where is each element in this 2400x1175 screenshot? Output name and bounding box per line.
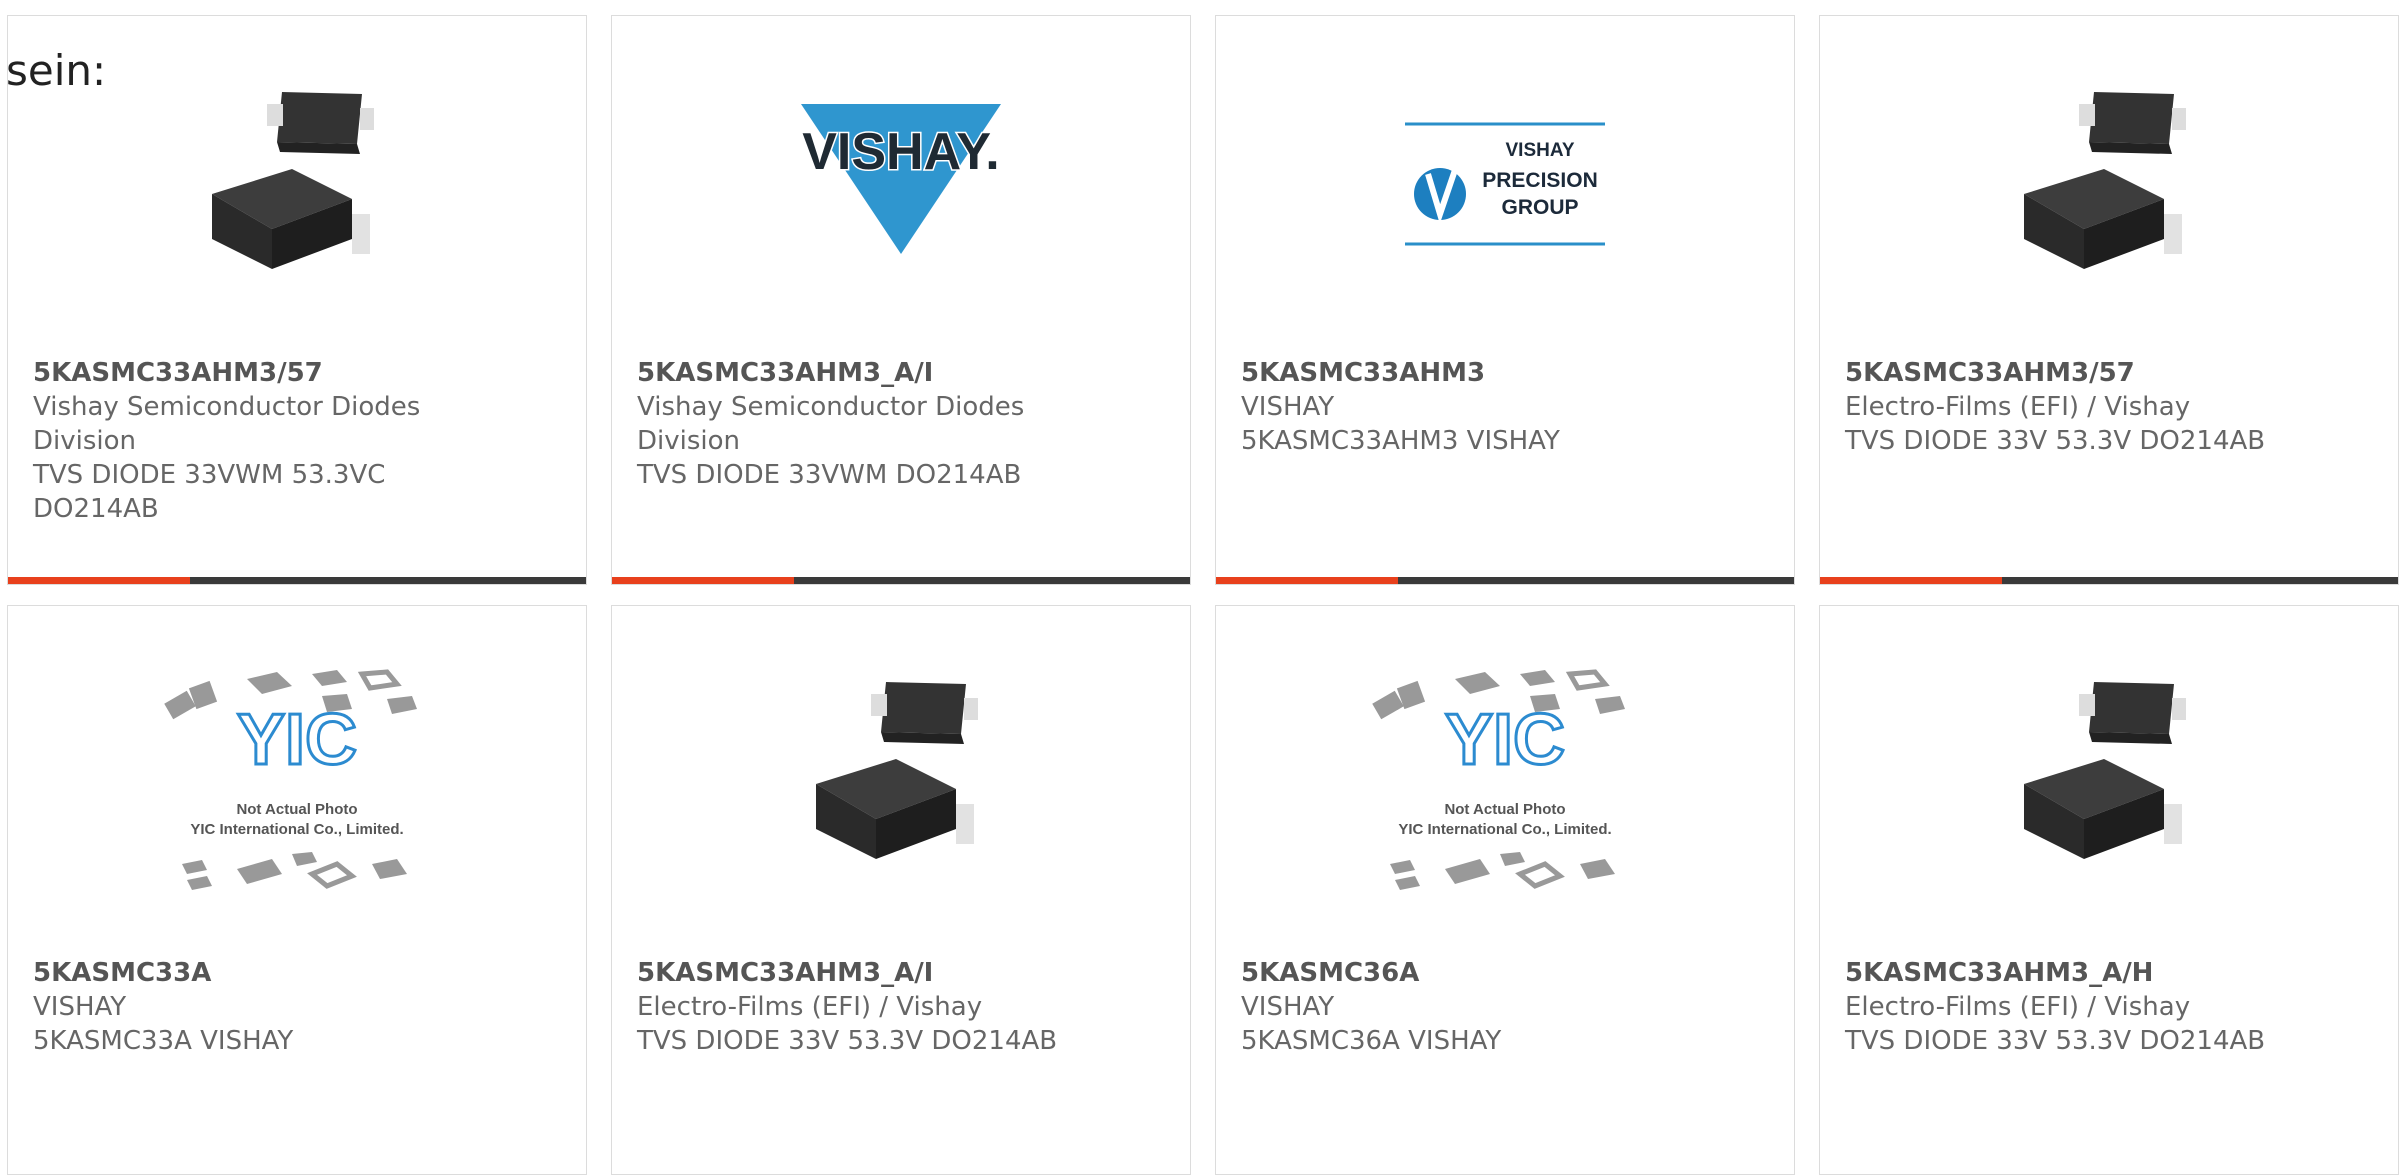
manufacturer: VISHAY [1241,992,1335,1022]
description-cont: DO214AB [33,494,159,524]
svg-text:YIC: YIC [237,700,357,780]
part-number[interactable]: 5KASMC33AHM3/57 [33,356,561,390]
diode-package-image[interactable] [1820,74,2398,314]
yic-placeholder-image[interactable]: YIC Not Actual Photo YIC International C… [8,664,586,904]
diode-package-image[interactable] [8,74,586,314]
description: TVS DIODE 33VWM 53.3VC [33,460,386,490]
diode-package-image[interactable] [1820,664,2398,904]
photo-caption-1: Not Actual Photo [1444,801,1565,818]
part-number[interactable]: 5KASMC33A [33,956,561,990]
description: TVS DIODE 33V 53.3V DO214AB [1845,426,2266,456]
description: 5KASMC33AHM3 VISHAY [1241,426,1560,456]
photo-caption-2: YIC International Co., Limited. [1398,821,1611,838]
card-accent [8,577,190,584]
vpg-line-1: VISHAY [1506,140,1575,161]
product-card[interactable]: 5KASMC33AHM3/57 Vishay Semiconductor Dio… [7,15,587,585]
part-number[interactable]: 5KASMC33AHM3_A/H [1845,956,2373,990]
description: TVS DIODE 33VWM DO214AB [637,460,1022,490]
manufacturer-cont: Division [637,426,741,456]
manufacturer: Vishay Semiconductor Diodes [637,392,1025,422]
product-card[interactable]: 5KASMC33AHM3_A/I Electro-Films (EFI) / V… [611,605,1191,1175]
manufacturer-cont: Division [33,426,137,456]
lead-text: sein: [6,46,107,95]
product-card[interactable]: YIC Not Actual Photo YIC International C… [1215,605,1795,1175]
part-number[interactable]: 5KASMC33AHM3 [1241,356,1769,390]
part-number[interactable]: 5KASMC36A [1241,956,1769,990]
yic-placeholder-image[interactable]: YIC Not Actual Photo YIC International C… [1216,664,1794,904]
photo-caption-1: Not Actual Photo [236,801,357,818]
manufacturer: VISHAY [1241,392,1335,422]
vpg-line-2: PRECISION [1482,169,1598,192]
product-card[interactable]: VISHAY. 5KASMC33AHM3_A/I Vishay Semicond… [611,15,1191,585]
diode-package-image[interactable] [612,664,1190,904]
photo-caption-2: YIC International Co., Limited. [190,821,403,838]
card-bottom-bar [612,577,1190,584]
card-accent [1820,577,2002,584]
vpg-logo-image[interactable]: VISHAY PRECISION GROUP [1216,74,1794,314]
manufacturer: Electro-Films (EFI) / Vishay [1845,992,2191,1022]
vishay-logo-image[interactable]: VISHAY. [612,74,1190,314]
svg-text:YIC: YIC [1445,700,1565,780]
card-bottom-bar [1216,577,1794,584]
part-number[interactable]: 5KASMC33AHM3/57 [1845,356,2373,390]
card-accent [612,577,794,584]
manufacturer: Vishay Semiconductor Diodes [33,392,421,422]
description: TVS DIODE 33V 53.3V DO214AB [637,1026,1058,1056]
product-card[interactable]: 5KASMC33AHM3_A/H Electro-Films (EFI) / V… [1819,605,2399,1175]
card-accent [1216,577,1398,584]
description: 5KASMC33A VISHAY [33,1026,294,1056]
card-bottom-bar [1820,577,2398,584]
part-number[interactable]: 5KASMC33AHM3_A/I [637,356,1165,390]
vpg-line-3: GROUP [1501,196,1578,219]
manufacturer: Electro-Films (EFI) / Vishay [1845,392,2191,422]
product-card[interactable]: VISHAY PRECISION GROUP 5KASMC33AHM3 VISH… [1215,15,1795,585]
product-card[interactable]: YIC Not Actual Photo YIC International C… [7,605,587,1175]
card-bottom-bar [8,577,586,584]
vishay-logo-text: VISHAY. [802,123,1000,181]
manufacturer: VISHAY [33,992,127,1022]
description: 5KASMC36A VISHAY [1241,1026,1502,1056]
part-number[interactable]: 5KASMC33AHM3_A/I [637,956,1165,990]
manufacturer: Electro-Films (EFI) / Vishay [637,992,983,1022]
description: TVS DIODE 33V 53.3V DO214AB [1845,1026,2266,1056]
product-card[interactable]: 5KASMC33AHM3/57 Electro-Films (EFI) / Vi… [1819,15,2399,585]
